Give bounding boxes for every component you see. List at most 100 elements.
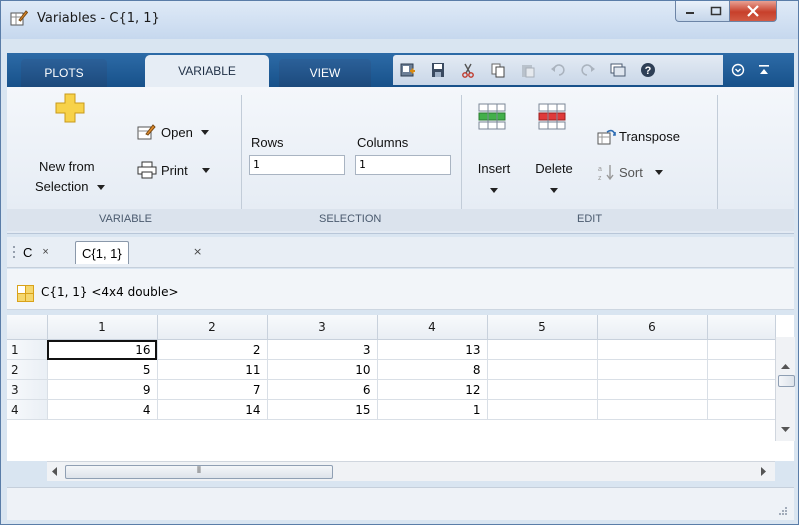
transpose-icon [597, 129, 616, 145]
new-variable-icon[interactable] [393, 59, 423, 81]
section-label-edit: EDIT [577, 213, 603, 225]
copy-icon[interactable] [483, 59, 513, 81]
switch-windows-icon[interactable] [603, 59, 633, 81]
table-cell[interactable]: 14 [157, 399, 268, 420]
svg-text:?: ? [645, 65, 652, 77]
print-button[interactable]: Print [137, 161, 210, 179]
resize-grip-icon[interactable] [778, 506, 788, 516]
horizontal-scroll-thumb[interactable]: ⦀ [65, 465, 333, 479]
tab-plots[interactable]: PLOTS [21, 59, 107, 87]
sort-label: Sort [619, 164, 643, 180]
doc-tab-c-1-1[interactable]: C{1, 1} [75, 241, 129, 264]
variable-grid: 1 2 3 4 5 6 1 16 2 3 13 2 5 11 10 8 3 9 … [7, 315, 795, 481]
table-cell[interactable] [597, 399, 708, 420]
selection-label: Selection [35, 179, 89, 194]
row-header[interactable]: 2 [7, 359, 48, 380]
variable-editor-icon [10, 10, 28, 26]
table-cell[interactable] [707, 379, 776, 400]
document-tabs: C × C{1, 1} × [7, 237, 794, 268]
close-tab-icon[interactable]: × [42, 246, 48, 258]
table-cell[interactable] [597, 359, 708, 380]
drag-handle-icon[interactable] [11, 245, 17, 259]
columns-input[interactable]: 1 [355, 155, 451, 175]
table-cell[interactable] [707, 399, 776, 420]
transpose-label: Transpose [619, 128, 680, 144]
transpose-button[interactable]: Transpose [597, 127, 680, 145]
close-button[interactable] [730, 1, 777, 22]
table-cell[interactable]: 4 [47, 399, 158, 420]
new-from-selection-icon [55, 93, 85, 123]
table-cell[interactable] [487, 339, 598, 360]
column-header[interactable]: 1 [47, 315, 158, 340]
table-cell[interactable]: 12 [377, 379, 488, 400]
table-cell[interactable]: 6 [267, 379, 378, 400]
column-header[interactable]: 3 [267, 315, 378, 340]
tab-variable[interactable]: VARIABLE [145, 55, 269, 87]
rows-input[interactable]: 1 [249, 155, 345, 175]
column-header[interactable]: 4 [377, 315, 488, 340]
vertical-scroll-thumb[interactable] [778, 375, 795, 387]
table-cell[interactable]: 10 [267, 359, 378, 380]
scroll-up-icon[interactable] [781, 363, 790, 369]
table-cell[interactable]: 15 [267, 399, 378, 420]
sort-button[interactable]: az Sort [597, 163, 663, 181]
table-cell[interactable] [597, 379, 708, 400]
column-header[interactable]: 2 [157, 315, 268, 340]
table-cell[interactable]: 13 [377, 339, 488, 360]
close-icon [747, 5, 759, 17]
table-cell[interactable]: 11 [157, 359, 268, 380]
redo-icon[interactable] [573, 59, 603, 81]
row-header[interactable]: 4 [7, 399, 48, 420]
horizontal-scrollbar[interactable]: ⦀ [47, 461, 775, 481]
scroll-right-icon[interactable] [761, 467, 767, 476]
minimize-button[interactable] [675, 1, 704, 22]
undo-icon[interactable] [543, 59, 573, 81]
columns-label: Columns [357, 135, 409, 150]
table-cell[interactable]: 1 [377, 399, 488, 420]
table-cell[interactable]: 2 [157, 339, 268, 360]
column-header-row: 1 2 3 4 5 6 [7, 315, 776, 340]
column-header[interactable]: 6 [597, 315, 708, 340]
save-icon[interactable] [423, 59, 453, 81]
maximize-button[interactable] [703, 1, 730, 22]
table-cell[interactable]: 9 [47, 379, 158, 400]
minimize-toolstrip-icon[interactable] [753, 59, 775, 81]
table-cell[interactable] [487, 399, 598, 420]
new-from-selection-button-label2[interactable]: Selection [35, 179, 106, 194]
tab-view[interactable]: VIEW [279, 59, 371, 87]
column-header[interactable]: 5 [487, 315, 598, 340]
row-header[interactable]: 3 [7, 379, 48, 400]
table-row: 3 9 7 6 12 [7, 379, 776, 400]
title-bar[interactable]: Variables - C{1, 1} [1, 1, 798, 39]
help-icon[interactable]: ? [633, 59, 663, 81]
insert-button[interactable]: Insert [474, 161, 514, 197]
row-header[interactable]: 1 [7, 339, 48, 360]
expand-toolstrip-icon[interactable] [727, 59, 749, 81]
table-cell[interactable] [597, 339, 708, 360]
paste-icon[interactable] [513, 59, 543, 81]
open-button[interactable]: Open [137, 123, 209, 141]
table-cell[interactable]: 7 [157, 379, 268, 400]
print-label: Print [161, 162, 188, 178]
scroll-left-icon[interactable] [51, 467, 57, 476]
table-cell[interactable]: 3 [267, 339, 378, 360]
data-table: 1 2 3 4 5 6 1 16 2 3 13 2 5 11 10 8 3 9 … [7, 315, 776, 420]
delete-button[interactable]: Delete [531, 161, 577, 197]
table-cell[interactable] [487, 379, 598, 400]
table-cell[interactable]: 8 [377, 359, 488, 380]
table-cell[interactable] [487, 359, 598, 380]
table-cell[interactable] [707, 339, 776, 360]
table-cell[interactable]: 5 [47, 359, 158, 380]
minimize-icon [685, 12, 694, 14]
doc-tab-label: C{1, 1} [82, 245, 122, 261]
table-cell-selected[interactable]: 16 [47, 339, 158, 360]
cut-icon[interactable] [453, 59, 483, 81]
table-cell[interactable] [707, 359, 776, 380]
new-from-selection-button[interactable]: New from [39, 159, 95, 174]
vertical-scrollbar[interactable] [775, 337, 795, 441]
close-tab-icon[interactable]: × [193, 245, 202, 258]
table-row: 1 16 2 3 13 [7, 339, 776, 360]
ribbon: New from Selection Open Print Rows 1 Col… [7, 87, 794, 234]
doc-tab-c[interactable]: C × [23, 241, 49, 263]
scroll-down-icon[interactable] [781, 427, 790, 433]
